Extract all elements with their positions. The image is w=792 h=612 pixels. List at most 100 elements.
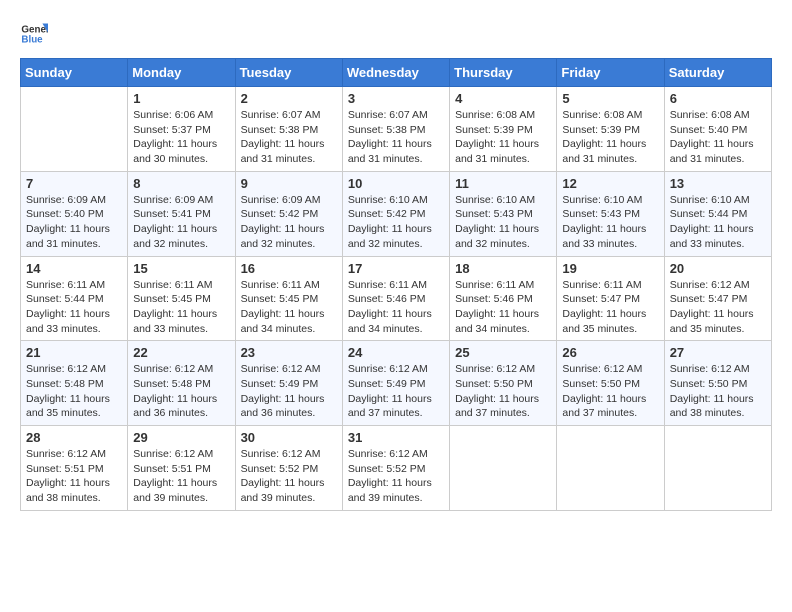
day-info: Sunrise: 6:12 AMSunset: 5:50 PMDaylight:… [455, 362, 551, 421]
header-row: SundayMondayTuesdayWednesdayThursdayFrid… [21, 59, 772, 87]
header-monday: Monday [128, 59, 235, 87]
week-row-2: 7Sunrise: 6:09 AMSunset: 5:40 PMDaylight… [21, 171, 772, 256]
day-info: Sunrise: 6:07 AMSunset: 5:38 PMDaylight:… [241, 108, 337, 167]
week-row-1: 1Sunrise: 6:06 AMSunset: 5:37 PMDaylight… [21, 87, 772, 172]
calendar-cell [450, 426, 557, 511]
calendar-cell: 6Sunrise: 6:08 AMSunset: 5:40 PMDaylight… [664, 87, 771, 172]
day-info: Sunrise: 6:12 AMSunset: 5:49 PMDaylight:… [348, 362, 444, 421]
header-saturday: Saturday [664, 59, 771, 87]
calendar-cell: 4 Sunrise: 6:08 AMSunset: 5:39 PMDaylight… [450, 87, 557, 172]
calendar-cell: 21 Sunrise: 6:12 AMSunset: 5:48 PMDayligh… [21, 341, 128, 426]
week-row-5: 28 Sunrise: 6:12 AMSunset: 5:51 PMDayligh… [21, 426, 772, 511]
calendar-cell: 1Sunrise: 6:06 AMSunset: 5:37 PMDaylight… [128, 87, 235, 172]
day-number: 12 [562, 176, 658, 191]
day-number: 25 [455, 345, 551, 360]
day-info: Sunrise: 6:12 AMSunset: 5:47 PMDaylight:… [670, 278, 766, 337]
calendar-cell [21, 87, 128, 172]
day-info: Sunrise: 6:08 AMSunset: 5:39 PMDaylight:… [562, 108, 658, 167]
svg-text:Blue: Blue [21, 34, 43, 45]
calendar-cell: 13 Sunrise: 6:10 AMSunset: 5:44 PMDayligh… [664, 171, 771, 256]
calendar-cell: 22 Sunrise: 6:12 AMSunset: 5:48 PMDayligh… [128, 341, 235, 426]
day-info: Sunrise: 6:12 AMSunset: 5:49 PMDaylight:… [241, 362, 337, 421]
day-info: Sunrise: 6:10 AMSunset: 5:44 PMDaylight:… [670, 193, 766, 252]
day-info: Sunrise: 6:11 AMSunset: 5:47 PMDaylight:… [562, 278, 658, 337]
day-info: Sunrise: 6:08 AMSunset: 5:40 PMDaylight:… [670, 108, 766, 167]
day-number: 16 [241, 261, 337, 276]
day-info: Sunrise: 6:11 AMSunset: 5:46 PMDaylight:… [455, 278, 551, 337]
day-number: 9 [241, 176, 337, 191]
day-info: Sunrise: 6:12 AMSunset: 5:52 PMDaylight:… [348, 447, 444, 506]
day-number: 30 [241, 430, 337, 445]
day-info: Sunrise: 6:10 AMSunset: 5:43 PMDaylight:… [562, 193, 658, 252]
day-info: Sunrise: 6:12 AMSunset: 5:50 PMDaylight:… [562, 362, 658, 421]
calendar-cell: 5 Sunrise: 6:08 AMSunset: 5:39 PMDaylight… [557, 87, 664, 172]
day-number: 23 [241, 345, 337, 360]
day-number: 27 [670, 345, 766, 360]
calendar-cell: 15 Sunrise: 6:11 AMSunset: 5:45 PMDayligh… [128, 256, 235, 341]
header-wednesday: Wednesday [342, 59, 449, 87]
calendar-cell: 26 Sunrise: 6:12 AMSunset: 5:50 PMDayligh… [557, 341, 664, 426]
day-number: 22 [133, 345, 229, 360]
day-info: Sunrise: 6:08 AMSunset: 5:39 PMDaylight:… [455, 108, 551, 167]
calendar-cell: 25 Sunrise: 6:12 AMSunset: 5:50 PMDayligh… [450, 341, 557, 426]
day-info: Sunrise: 6:11 AMSunset: 5:46 PMDaylight:… [348, 278, 444, 337]
day-info: Sunrise: 6:12 AMSunset: 5:48 PMDaylight:… [26, 362, 122, 421]
calendar-cell: 29 Sunrise: 6:12 AMSunset: 5:51 PMDayligh… [128, 426, 235, 511]
calendar-table: SundayMondayTuesdayWednesdayThursdayFrid… [20, 58, 772, 511]
day-info: Sunrise: 6:12 AMSunset: 5:51 PMDaylight:… [26, 447, 122, 506]
week-row-3: 14 Sunrise: 6:11 AMSunset: 5:44 PMDayligh… [21, 256, 772, 341]
day-number: 2 [241, 91, 337, 106]
day-number: 21 [26, 345, 122, 360]
calendar-cell: 3 Sunrise: 6:07 AMSunset: 5:38 PMDaylight… [342, 87, 449, 172]
day-info: Sunrise: 6:10 AMSunset: 5:43 PMDaylight:… [455, 193, 551, 252]
day-number: 24 [348, 345, 444, 360]
calendar-cell [664, 426, 771, 511]
calendar-cell: 11 Sunrise: 6:10 AMSunset: 5:43 PMDayligh… [450, 171, 557, 256]
calendar-cell: 19 Sunrise: 6:11 AMSunset: 5:47 PMDayligh… [557, 256, 664, 341]
day-number: 26 [562, 345, 658, 360]
day-number: 31 [348, 430, 444, 445]
day-info: Sunrise: 6:12 AMSunset: 5:50 PMDaylight:… [670, 362, 766, 421]
day-number: 19 [562, 261, 658, 276]
week-row-4: 21 Sunrise: 6:12 AMSunset: 5:48 PMDayligh… [21, 341, 772, 426]
day-info: Sunrise: 6:09 AMSunset: 5:42 PMDaylight:… [241, 193, 337, 252]
day-info: Sunrise: 6:11 AMSunset: 5:44 PMDaylight:… [26, 278, 122, 337]
day-number: 13 [670, 176, 766, 191]
day-number: 14 [26, 261, 122, 276]
page-header: General Blue [20, 20, 772, 48]
day-info: Sunrise: 6:07 AMSunset: 5:38 PMDaylight:… [348, 108, 444, 167]
calendar-cell: 20 Sunrise: 6:12 AMSunset: 5:47 PMDayligh… [664, 256, 771, 341]
calendar-cell: 31 Sunrise: 6:12 AMSunset: 5:52 PMDayligh… [342, 426, 449, 511]
day-info: Sunrise: 6:11 AMSunset: 5:45 PMDaylight:… [241, 278, 337, 337]
day-number: 15 [133, 261, 229, 276]
calendar-cell: 28 Sunrise: 6:12 AMSunset: 5:51 PMDayligh… [21, 426, 128, 511]
day-info: Sunrise: 6:12 AMSunset: 5:52 PMDaylight:… [241, 447, 337, 506]
day-number: 4 [455, 91, 551, 106]
day-number: 28 [26, 430, 122, 445]
calendar-cell: 7Sunrise: 6:09 AMSunset: 5:40 PMDaylight… [21, 171, 128, 256]
calendar-cell: 9 Sunrise: 6:09 AMSunset: 5:42 PMDaylight… [235, 171, 342, 256]
calendar-cell: 2 Sunrise: 6:07 AMSunset: 5:38 PMDaylight… [235, 87, 342, 172]
calendar-cell: 10Sunrise: 6:10 AMSunset: 5:42 PMDayligh… [342, 171, 449, 256]
day-info: Sunrise: 6:11 AMSunset: 5:45 PMDaylight:… [133, 278, 229, 337]
day-info: Sunrise: 6:09 AMSunset: 5:41 PMDaylight:… [133, 193, 229, 252]
day-number: 29 [133, 430, 229, 445]
header-tuesday: Tuesday [235, 59, 342, 87]
day-number: 20 [670, 261, 766, 276]
calendar-cell: 17 Sunrise: 6:11 AMSunset: 5:46 PMDayligh… [342, 256, 449, 341]
day-info: Sunrise: 6:12 AMSunset: 5:51 PMDaylight:… [133, 447, 229, 506]
calendar-cell: 12 Sunrise: 6:10 AMSunset: 5:43 PMDayligh… [557, 171, 664, 256]
day-info: Sunrise: 6:12 AMSunset: 5:48 PMDaylight:… [133, 362, 229, 421]
day-number: 7 [26, 176, 122, 191]
calendar-cell: 18Sunrise: 6:11 AMSunset: 5:46 PMDayligh… [450, 256, 557, 341]
day-number: 17 [348, 261, 444, 276]
day-number: 11 [455, 176, 551, 191]
calendar-cell: 16 Sunrise: 6:11 AMSunset: 5:45 PMDayligh… [235, 256, 342, 341]
header-friday: Friday [557, 59, 664, 87]
day-number: 5 [562, 91, 658, 106]
logo: General Blue [20, 20, 48, 48]
calendar-cell: 14 Sunrise: 6:11 AMSunset: 5:44 PMDayligh… [21, 256, 128, 341]
calendar-cell: 23 Sunrise: 6:12 AMSunset: 5:49 PMDayligh… [235, 341, 342, 426]
calendar-cell: 8Sunrise: 6:09 AMSunset: 5:41 PMDaylight… [128, 171, 235, 256]
day-number: 3 [348, 91, 444, 106]
